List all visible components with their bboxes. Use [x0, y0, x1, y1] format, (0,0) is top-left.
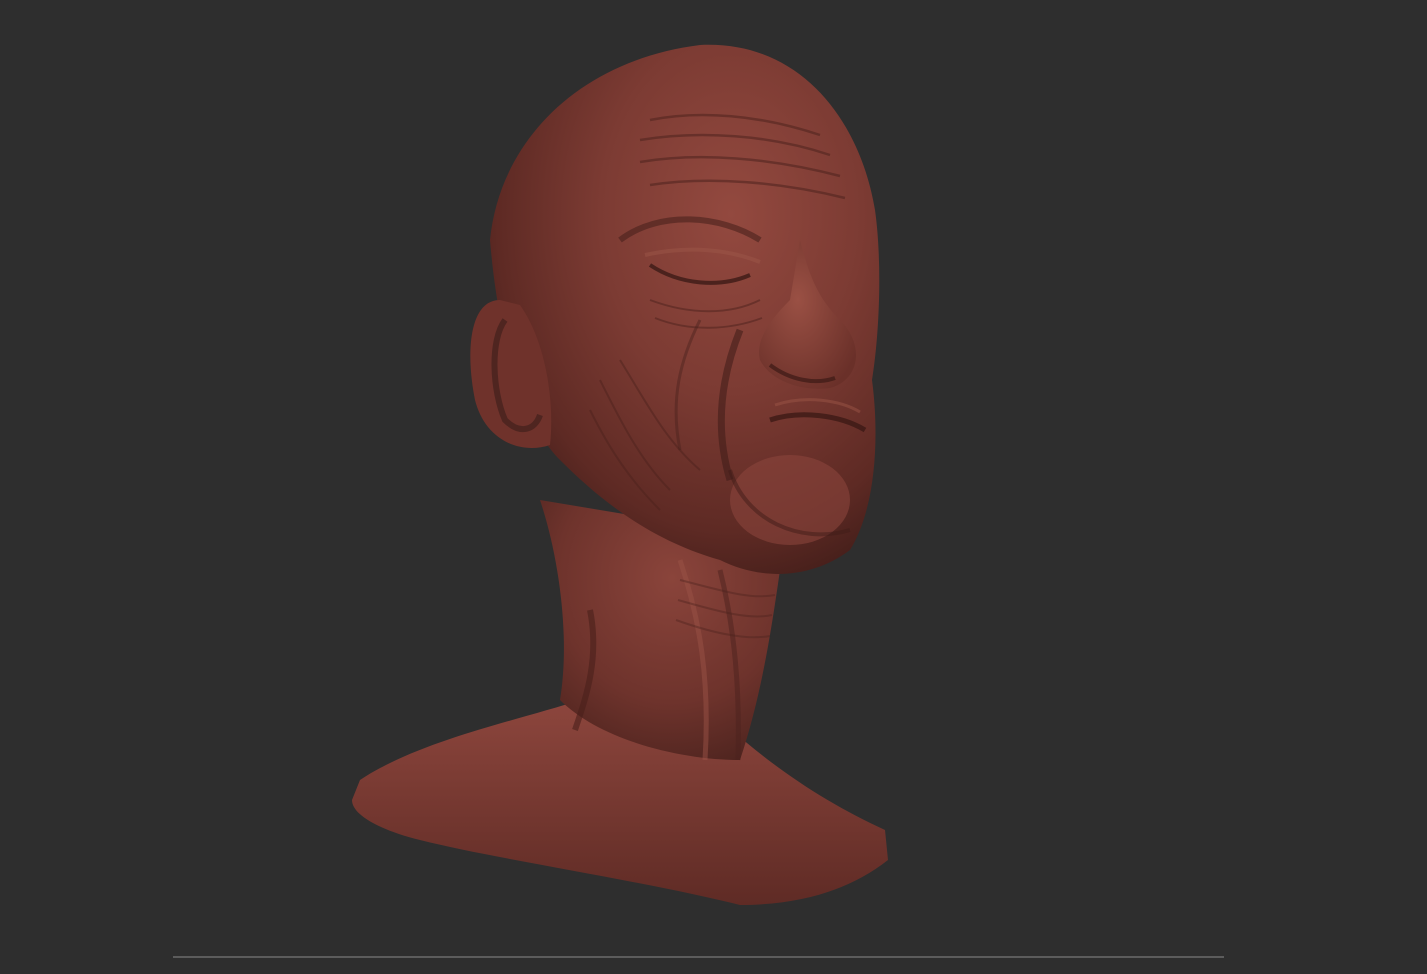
sculpted-head-bust-icon[interactable] — [0, 0, 1427, 974]
timeline-track[interactable] — [173, 956, 1224, 958]
canvas-viewport[interactable] — [0, 0, 1427, 974]
